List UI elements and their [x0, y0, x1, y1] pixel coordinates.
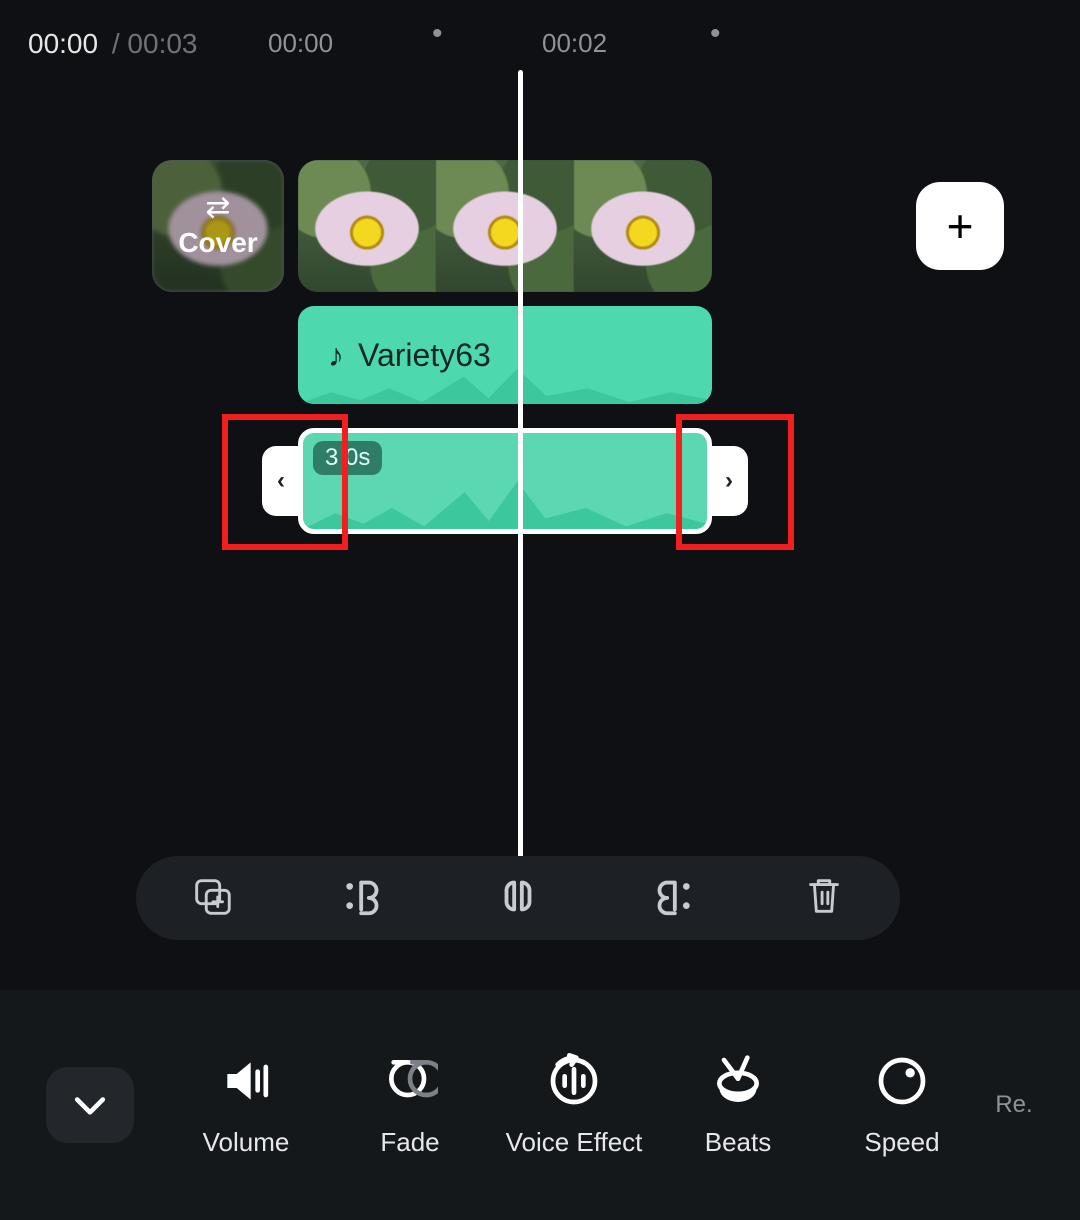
trim-in-button[interactable]	[342, 873, 388, 924]
duplicate-button[interactable]	[189, 873, 235, 924]
waveform	[303, 476, 707, 529]
split-button[interactable]	[495, 873, 541, 924]
volume-tool[interactable]: Volume	[164, 1053, 328, 1158]
beats-icon	[710, 1053, 766, 1109]
plus-icon: +	[947, 199, 974, 253]
speed-icon	[874, 1053, 930, 1109]
beats-tool[interactable]: Beats	[656, 1053, 820, 1158]
voice-effect-icon	[546, 1053, 602, 1109]
music-note-icon: ♪	[328, 337, 344, 374]
clip-frame	[574, 160, 712, 292]
annotation-highlight-left	[222, 414, 348, 550]
swap-icon: ⇄	[205, 193, 230, 223]
audio-track[interactable]: ♪ Variety63	[298, 306, 712, 404]
audio-name: Variety63	[358, 337, 491, 374]
volume-icon	[218, 1053, 274, 1109]
clip-frame	[436, 160, 574, 292]
collapse-button[interactable]	[46, 1067, 134, 1143]
clip-action-bar	[136, 856, 900, 940]
trim-out-button[interactable]	[648, 873, 694, 924]
video-clip[interactable]	[298, 160, 712, 292]
fade-tool[interactable]: Fade	[328, 1053, 492, 1158]
delete-button[interactable]	[801, 873, 847, 924]
voice-effect-tool[interactable]: Voice Effect	[492, 1053, 656, 1158]
more-tools[interactable]: Re.	[984, 1091, 1044, 1119]
cover-image	[152, 160, 284, 292]
bottom-toolbar: Volume Fade Voice Effect Beats Speed Re.	[0, 990, 1080, 1220]
annotation-highlight-right	[676, 414, 794, 550]
clip-frame	[298, 160, 436, 292]
timeline-header: 00:00 / 00:03	[0, 24, 1080, 64]
tool-label: Re.	[995, 1091, 1032, 1119]
playhead[interactable]	[518, 70, 523, 860]
add-clip-button[interactable]: +	[916, 182, 1004, 270]
selected-audio-clip[interactable]: 3 0s	[298, 428, 712, 534]
tool-label: Voice Effect	[506, 1127, 643, 1158]
cover-label: Cover	[178, 227, 257, 259]
timeline-stage[interactable]: ⇄ Cover + ♪ Variety63 3 0s ‹ ›	[0, 70, 1080, 990]
tool-label: Speed	[864, 1127, 939, 1158]
playhead-time: 00:00	[28, 28, 98, 60]
total-duration: / 00:03	[104, 28, 197, 60]
tool-label: Beats	[705, 1127, 772, 1158]
speed-tool[interactable]: Speed	[820, 1053, 984, 1158]
ruler-tick-1: 00:02	[542, 28, 607, 59]
tool-label: Fade	[380, 1127, 439, 1158]
ruler-tick-0: 00:00	[268, 28, 333, 59]
fade-icon	[382, 1053, 438, 1109]
cover-thumbnail[interactable]: ⇄ Cover	[152, 160, 284, 292]
tool-label: Volume	[203, 1127, 290, 1158]
